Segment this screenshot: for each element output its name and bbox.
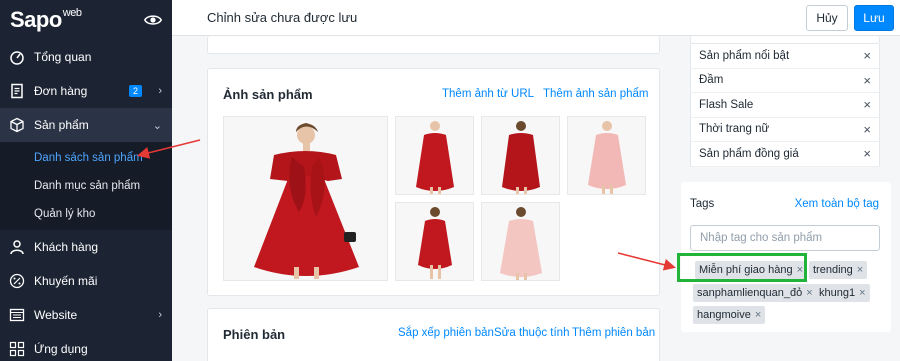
- previous-section-card: [207, 36, 660, 54]
- variants-title: Phiên bản: [223, 327, 286, 342]
- box-icon: [8, 116, 26, 134]
- apps-icon: [8, 340, 26, 358]
- products-submenu: Danh sách sản phẩm Danh mục sản phẩm Quả…: [0, 142, 172, 230]
- collection-row: Sản phẩm nổi bật ×: [690, 44, 880, 69]
- collection-row: Thời trang nữ ×: [690, 117, 880, 142]
- collection-row: Đầm ×: [690, 68, 880, 93]
- add-variant-link[interactable]: Thêm phiên bản: [572, 327, 655, 339]
- sort-variants-link[interactable]: Sắp xếp phiên bản: [398, 327, 494, 339]
- submenu-item-inventory[interactable]: Quản lý kho: [0, 200, 172, 228]
- logo-row: Sapoweb: [0, 0, 172, 40]
- remove-tag-icon[interactable]: ×: [755, 309, 761, 321]
- sidebar-item-label: Đơn hàng: [34, 84, 88, 98]
- chevron-right-icon: ›: [158, 85, 162, 97]
- product-image-thumb[interactable]: [481, 202, 560, 281]
- remove-icon[interactable]: ×: [863, 146, 871, 161]
- sidebar-item-label: Khách hàng: [34, 240, 99, 254]
- tag-chip: sanphamlienquan_đỏ ×: [693, 284, 817, 302]
- sidebar-item-orders[interactable]: Đơn hàng 2 ›: [0, 74, 172, 108]
- product-image-main[interactable]: [223, 116, 388, 281]
- orders-icon: [8, 82, 26, 100]
- sidebar-item-overview[interactable]: Tổng quan: [0, 40, 172, 74]
- collections-list: Sản phẩm nổi bật × Đầm × Flash Sale × Thời …: [690, 44, 880, 167]
- chevron-right-icon: ›: [158, 309, 162, 321]
- remove-tag-icon[interactable]: ×: [859, 287, 865, 299]
- edit-attributes-link[interactable]: Sửa thuộc tính: [494, 327, 569, 339]
- user-icon: [8, 238, 26, 256]
- remove-tag-icon[interactable]: ×: [857, 264, 863, 276]
- sidebar-item-label: Ứng dụng: [34, 342, 88, 356]
- sidebar-item-products[interactable]: Sản phẩm ⌄: [0, 108, 172, 142]
- product-images-title: Ảnh sản phẩm: [223, 87, 313, 102]
- remove-icon[interactable]: ×: [863, 97, 871, 112]
- product-image-thumb[interactable]: [395, 116, 474, 195]
- save-button[interactable]: Lưu: [854, 5, 894, 31]
- percent-icon: [8, 272, 26, 290]
- remove-icon[interactable]: ×: [863, 73, 871, 88]
- remove-tag-icon[interactable]: ×: [806, 287, 812, 299]
- sidebar-item-label: Tổng quan: [34, 50, 92, 64]
- tag-chip: trending ×: [809, 261, 868, 279]
- cancel-button[interactable]: Hủy: [806, 5, 848, 31]
- product-image-thumb[interactable]: [395, 202, 474, 281]
- highlight-box: [677, 253, 807, 282]
- browser-icon: [8, 306, 26, 324]
- eye-icon[interactable]: [144, 11, 162, 29]
- sidebar: Sapoweb Tổng quan Đơn hàng 2 › Sản phẩm …: [0, 0, 172, 361]
- sapo-logo[interactable]: Sapoweb: [10, 7, 82, 33]
- sidebar-item-website[interactable]: Website ›: [0, 298, 172, 332]
- tag-chip: hangmoive ×: [693, 306, 766, 324]
- collection-row: Flash Sale ×: [690, 93, 880, 118]
- chevron-down-icon: ⌄: [152, 119, 162, 132]
- submenu-item-product-list[interactable]: Danh sách sản phẩm: [0, 144, 172, 172]
- tag-input[interactable]: Nhập tag cho sản phẩm: [690, 225, 880, 251]
- sidebar-item-label: Khuyến mãi: [34, 274, 98, 288]
- submenu-item-product-categories[interactable]: Danh mục sản phẩm: [0, 172, 172, 200]
- orders-count-badge: 2: [128, 85, 142, 97]
- remove-icon[interactable]: ×: [863, 122, 871, 137]
- tag-chip: khung1 ×: [815, 284, 870, 302]
- dashboard-icon: [8, 48, 26, 66]
- sidebar-item-label: Sản phẩm: [34, 118, 89, 132]
- view-all-tags-link[interactable]: Xem toàn bộ tag: [795, 198, 879, 210]
- add-product-image-link[interactable]: Thêm ảnh sản phẩm: [543, 88, 648, 100]
- product-image-thumb[interactable]: [567, 116, 646, 195]
- collection-row: Sản phẩm đồng giá ×: [690, 142, 880, 167]
- add-image-from-url-link[interactable]: Thêm ảnh từ URL: [442, 88, 534, 100]
- collections-input-edge: [690, 36, 880, 44]
- sidebar-item-apps[interactable]: Ứng dụng: [0, 332, 172, 361]
- sidebar-item-customers[interactable]: Khách hàng: [0, 230, 172, 264]
- tags-label: Tags: [690, 198, 715, 210]
- product-images-card: Ảnh sản phẩm Thêm ảnh từ URL Thêm ảnh sả…: [207, 68, 660, 296]
- top-bar: Chỉnh sửa chưa được lưu Hủy Lưu: [172, 0, 900, 36]
- sidebar-item-label: Website: [34, 308, 78, 322]
- variants-card: Phiên bản Sắp xếp phiên bản Sửa thuộc tí…: [207, 308, 660, 361]
- product-image-thumb[interactable]: [481, 116, 560, 195]
- remove-icon[interactable]: ×: [863, 48, 871, 63]
- unsaved-changes-title: Chỉnh sửa chưa được lưu: [207, 10, 358, 25]
- sidebar-item-promotions[interactable]: Khuyến mãi: [0, 264, 172, 298]
